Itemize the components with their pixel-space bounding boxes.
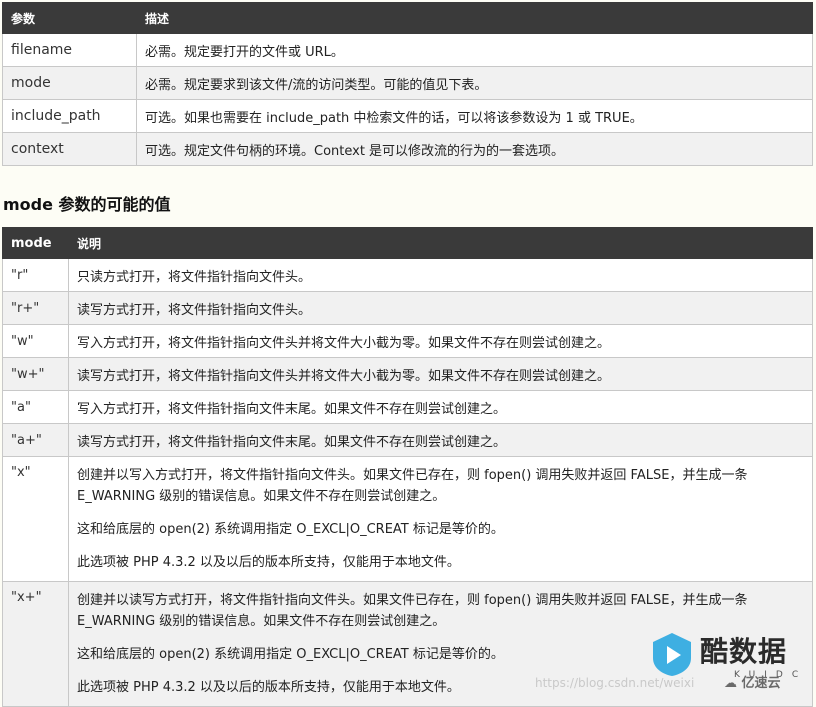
table-row: "w" 写入方式打开，将文件指针指向文件头并将文件大小截为零。如果文件不存在则尝… [2,324,813,358]
param-desc: 可选。如果也需要在 include_path 中检索文件的话，可以将该参数设为 … [136,99,813,133]
mode-desc: 读写方式打开，将文件指针指向文件末尾。如果文件不存在则尝试创建之。 [68,423,813,457]
mode-value: "w+" [2,357,69,391]
header-mode: mode [2,227,69,259]
param-name: mode [2,66,137,100]
table-row: context 可选。规定文件句柄的环境。Context 是可以修改流的行为的一… [2,132,813,166]
param-name: context [2,132,137,166]
section-title: mode 参数的可能的值 [3,195,171,214]
mode-desc: 创建并以写入方式打开，将文件指针指向文件头。如果文件已存在，则 fopen() … [68,456,813,582]
param-desc: 可选。规定文件句柄的环境。Context 是可以修改流的行为的一套选项。 [136,132,813,166]
table-row: filename 必需。规定要打开的文件或 URL。 [2,33,813,67]
mode-desc: 写入方式打开，将文件指针指向文件末尾。如果文件不存在则尝试创建之。 [68,390,813,424]
param-name: filename [2,33,137,67]
table-row: "w+" 读写方式打开，将文件指针指向文件头并将文件大小截为零。如果文件不存在则… [2,357,813,391]
header-desc: 描述 [136,2,813,34]
mode-desc-paragraph: 这和给底层的 open(2) 系统调用指定 O_EXCL|O_CREAT 标记是… [77,522,504,537]
play-shield-icon [653,633,691,676]
param-desc: 必需。规定要打开的文件或 URL。 [136,33,813,67]
mode-desc: 读写方式打开，将文件指针指向文件头。 [68,291,813,325]
table-row: mode 必需。规定要求到该文件/流的访问类型。可能的值见下表。 [2,66,813,100]
logo-text: 酷数据 [700,635,788,668]
mode-value: "a" [2,390,69,424]
table-row: "a+" 读写方式打开，将文件指针指向文件末尾。如果文件不存在则尝试创建之。 [2,423,813,457]
mode-value: "r" [2,258,69,292]
params-header-row: 参数 描述 [2,2,813,34]
mode-desc-paragraph: 创建并以读写方式打开，将文件指针指向文件头。如果文件已存在，则 fopen() … [77,593,748,629]
mode-desc: 只读方式打开，将文件指针指向文件头。 [68,258,813,292]
param-desc: 必需。规定要求到该文件/流的访问类型。可能的值见下表。 [136,66,813,100]
secondary-logo-text: 亿速云 [741,676,781,691]
mode-value: "x+" [2,581,69,707]
params-table: 参数 描述 filename 必需。规定要打开的文件或 URL。 mode 必需… [2,2,813,166]
cloud-icon: ☁ [724,676,737,691]
mode-desc: 写入方式打开，将文件指针指向文件头并将文件大小截为零。如果文件不存在则尝试创建之… [68,324,813,358]
param-name: include_path [2,99,137,133]
table-row: "a" 写入方式打开，将文件指针指向文件末尾。如果文件不存在则尝试创建之。 [2,390,813,424]
mode-desc-paragraph: 此选项被 PHP 4.3.2 以及以后的版本所支持，仅能用于本地文件。 [77,555,460,570]
mode-value: "x" [2,456,69,582]
header-explain: 说明 [68,227,813,259]
table-row: include_path 可选。如果也需要在 include_path 中检索文… [2,99,813,133]
modes-header-row: mode 说明 [2,227,813,259]
mode-desc: 读写方式打开，将文件指针指向文件头并将文件大小截为零。如果文件不存在则尝试创建之… [68,357,813,391]
table-row: "r+" 读写方式打开，将文件指针指向文件头。 [2,291,813,325]
secondary-logo: ☁ 亿速云 [724,672,781,691]
mode-desc-paragraph: 创建并以写入方式打开，将文件指针指向文件头。如果文件已存在，则 fopen() … [77,468,748,504]
table-row: "x" 创建并以写入方式打开，将文件指针指向文件头。如果文件已存在，则 fope… [2,456,813,582]
mode-value: "a+" [2,423,69,457]
mode-value: "w" [2,324,69,358]
table-row: "r" 只读方式打开，将文件指针指向文件头。 [2,258,813,292]
mode-value: "r+" [2,291,69,325]
header-param: 参数 [2,2,137,34]
